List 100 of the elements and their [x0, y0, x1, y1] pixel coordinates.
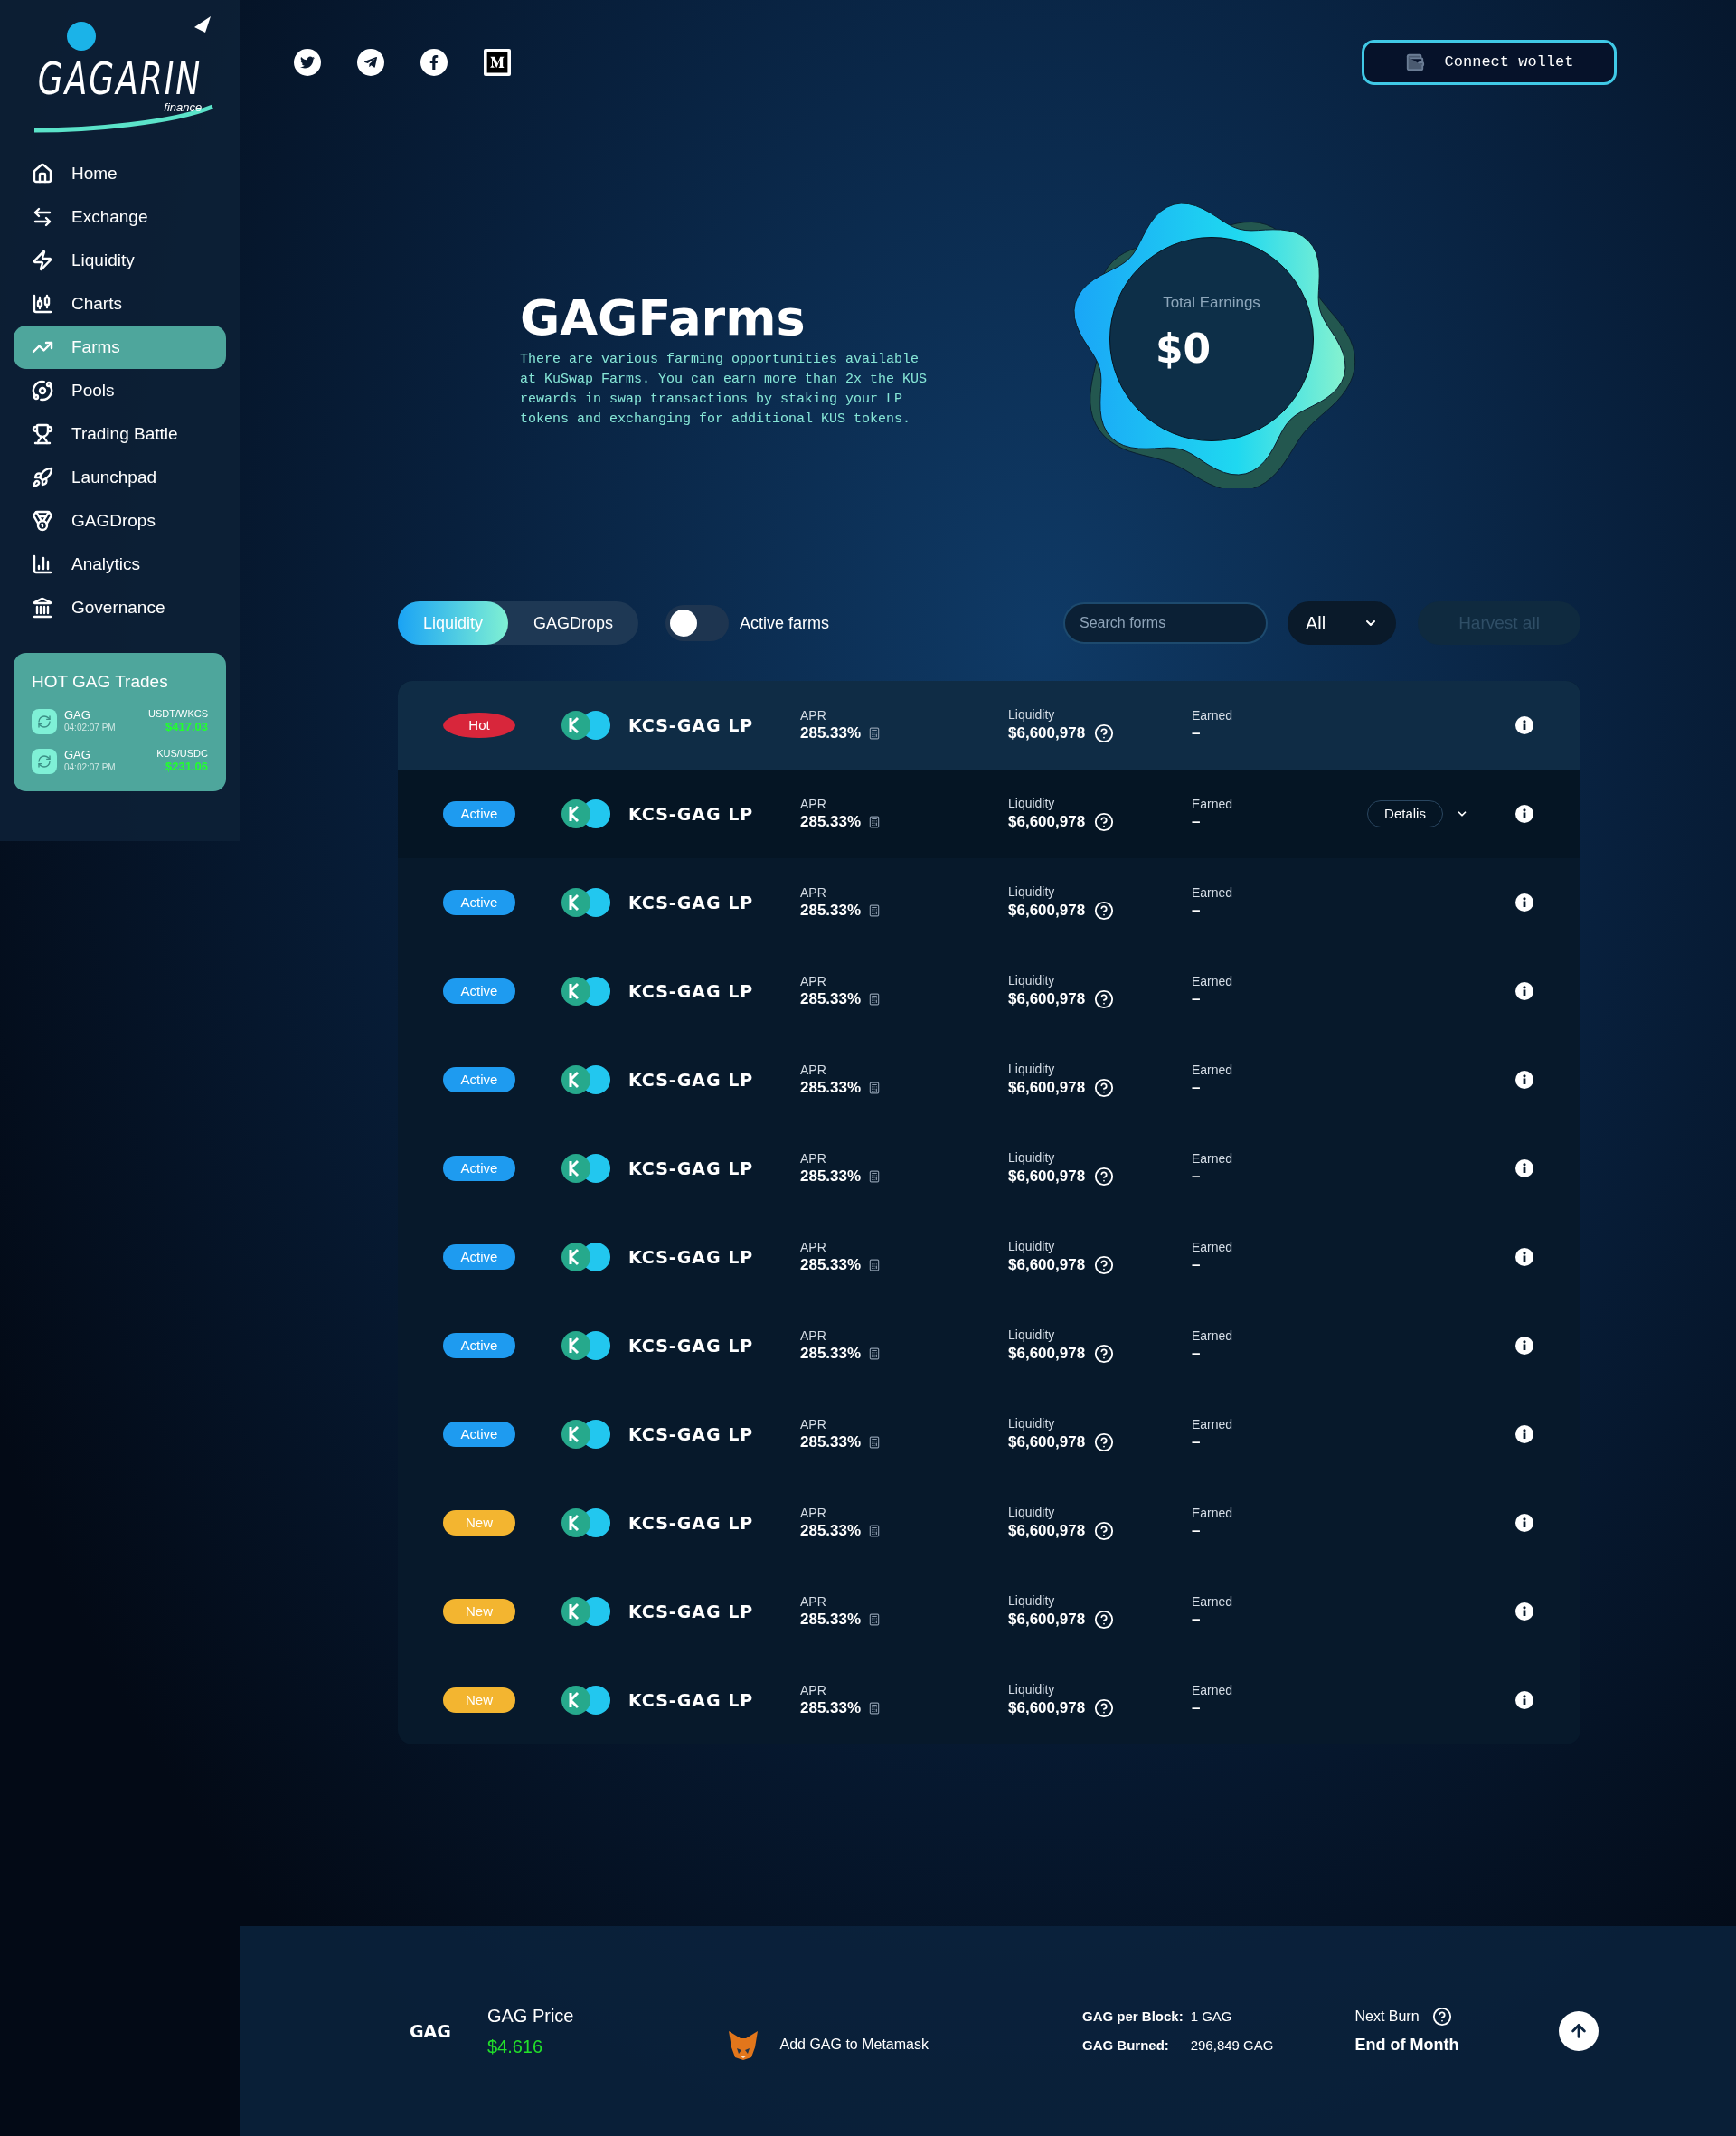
nav-item[interactable]: Exchange: [14, 195, 226, 239]
farm-row[interactable]: Active KCS-GAG LP APR 285.33% Liquidity $6,600,978 Earned –: [398, 858, 1580, 947]
info-icon[interactable]: [1515, 716, 1533, 734]
connect-wallet-button[interactable]: Connect wollet: [1362, 40, 1617, 85]
info-icon[interactable]: [1515, 1248, 1533, 1266]
scroll-top-button[interactable]: [1559, 2011, 1599, 2051]
apr-label: APR: [800, 1416, 827, 1433]
help-icon[interactable]: [1094, 1343, 1115, 1364]
help-icon[interactable]: [1094, 811, 1115, 832]
apr-label: APR: [800, 707, 827, 724]
help-icon[interactable]: [1094, 1254, 1115, 1275]
earned-label: Earned: [1192, 1505, 1234, 1522]
nav-item[interactable]: Governance: [14, 586, 226, 629]
apr-label: APR: [800, 796, 827, 813]
status-badge: Active: [443, 1422, 515, 1447]
calculator-icon[interactable]: [868, 1435, 882, 1449]
calculator-icon[interactable]: [868, 1701, 882, 1715]
trade-pair: KUS/USDC: [156, 747, 208, 761]
liquidity-value: $6,600,978: [1008, 1610, 1086, 1630]
pair-name: KCS-GAG LP: [628, 802, 755, 826]
token-pair-icon: [561, 1507, 611, 1538]
info-icon[interactable]: [1515, 1602, 1533, 1621]
calculator-icon[interactable]: [868, 1258, 882, 1271]
calculator-icon[interactable]: [868, 1347, 882, 1360]
farm-row[interactable]: Hot KCS-GAG LP APR 285.33% Liquidity $6,600,978 Earned –: [398, 681, 1580, 770]
nav-item[interactable]: Launchpad: [14, 456, 226, 499]
apr-value: 285.33%: [800, 723, 862, 743]
earned-label: Earned: [1192, 1239, 1234, 1256]
orbit-icon: [32, 380, 53, 402]
farm-row[interactable]: Active KCS-GAG LP APR 285.33% Liquidity $6,600,978 Earned –: [398, 1124, 1580, 1213]
all-dropdown[interactable]: All: [1288, 601, 1396, 645]
earned-value: –: [1192, 1698, 1202, 1718]
medium-icon[interactable]: [484, 49, 511, 76]
calculator-icon[interactable]: [868, 815, 882, 828]
telegram-icon[interactable]: [357, 49, 384, 76]
farm-row[interactable]: Active KCS-GAG LP APR 285.33% Liquidity $6,600,978 Earned –: [398, 947, 1580, 1035]
facebook-icon[interactable]: [420, 49, 448, 76]
liquidity-value: $6,600,978: [1008, 1167, 1086, 1186]
toggle-switch[interactable]: [665, 605, 730, 641]
status-badge: New: [443, 1510, 515, 1536]
farm-row[interactable]: New KCS-GAG LP APR 285.33% Liquidity $6,600,978 Earned –: [398, 1567, 1580, 1656]
nav-item[interactable]: GAGDrops: [14, 499, 226, 543]
liquidity-label: Liquidity: [1008, 1239, 1056, 1255]
nav-item[interactable]: Home: [14, 152, 226, 195]
calculator-icon[interactable]: [868, 992, 882, 1006]
calculator-icon[interactable]: [868, 903, 882, 917]
earned-label: Earned: [1192, 796, 1234, 813]
farm-row[interactable]: New KCS-GAG LP APR 285.33% Liquidity $6,600,978 Earned –: [398, 1656, 1580, 1744]
apr-value: 285.33%: [800, 1078, 862, 1098]
farm-row[interactable]: Active KCS-GAG LP APR 285.33% Liquidity $6,600,978 Earned –: [398, 1213, 1580, 1301]
info-icon[interactable]: [1515, 1337, 1533, 1355]
home-icon: [32, 163, 53, 184]
earned-value: –: [1192, 1432, 1202, 1452]
nav-item[interactable]: Pools: [14, 369, 226, 412]
logo-tagline: finance: [164, 100, 203, 113]
help-icon[interactable]: [1094, 1609, 1115, 1630]
calculator-icon[interactable]: [868, 726, 882, 740]
info-icon[interactable]: [1515, 982, 1533, 1000]
pair-name: KCS-GAG LP: [628, 1157, 755, 1180]
status-badge: New: [443, 1687, 515, 1713]
help-icon[interactable]: [1094, 988, 1115, 1009]
help-icon[interactable]: [1094, 1697, 1115, 1718]
apr-value: 285.33%: [800, 1167, 862, 1186]
info-icon[interactable]: [1515, 893, 1533, 912]
liquidity-label: Liquidity: [1008, 1062, 1056, 1078]
twitter-icon[interactable]: [294, 49, 321, 76]
calculator-icon[interactable]: [868, 1169, 882, 1183]
info-icon[interactable]: [1515, 805, 1533, 823]
farm-row[interactable]: New KCS-GAG LP APR 285.33% Liquidity $6,600,978 Earned –: [398, 1479, 1580, 1567]
nav-item[interactable]: Liquidity: [14, 239, 226, 282]
farm-row[interactable]: Active KCS-GAG LP APR 285.33% Liquidity $6,600,978 Earned –: [398, 1301, 1580, 1390]
farm-row[interactable]: Active KCS-GAG LP APR 285.33% Liquidity $6,600,978 Earned – Detalis: [398, 770, 1580, 858]
calculator-icon[interactable]: [868, 1612, 882, 1626]
farm-row[interactable]: Active KCS-GAG LP APR 285.33% Liquidity $6,600,978 Earned –: [398, 1035, 1580, 1124]
info-icon[interactable]: [1515, 1159, 1533, 1177]
calculator-icon[interactable]: [868, 1524, 882, 1537]
info-icon[interactable]: [1515, 1071, 1533, 1089]
info-icon[interactable]: [1515, 1425, 1533, 1443]
nav-item[interactable]: Analytics: [14, 543, 226, 586]
help-icon[interactable]: [1094, 723, 1115, 743]
help-icon[interactable]: [1094, 1432, 1115, 1452]
add-metamask-link[interactable]: Add GAG to Metamask: [779, 2034, 929, 2056]
help-icon[interactable]: [1094, 900, 1115, 921]
help-icon[interactable]: [1431, 2006, 1452, 2027]
calculator-icon[interactable]: [868, 1081, 882, 1094]
nav-item[interactable]: Charts: [14, 282, 226, 326]
nav-item[interactable]: Trading Battle: [14, 412, 226, 456]
pair-name: KCS-GAG LP: [628, 714, 755, 737]
help-icon[interactable]: [1094, 1166, 1115, 1186]
info-icon[interactable]: [1515, 1514, 1533, 1532]
info-icon[interactable]: [1515, 1691, 1533, 1709]
help-icon[interactable]: [1094, 1077, 1115, 1098]
help-icon[interactable]: [1094, 1520, 1115, 1541]
farm-row[interactable]: Active KCS-GAG LP APR 285.33% Liquidity $6,600,978 Earned –: [398, 1390, 1580, 1479]
filter-tab[interactable]: GAGDrops: [508, 601, 639, 645]
apr-label: APR: [800, 1062, 827, 1079]
liquidity-label: Liquidity: [1008, 1416, 1056, 1432]
lightning-icon: [32, 250, 53, 271]
search-field[interactable]: Search forms: [1063, 602, 1268, 644]
liquidity-label: Liquidity: [1008, 1593, 1056, 1610]
